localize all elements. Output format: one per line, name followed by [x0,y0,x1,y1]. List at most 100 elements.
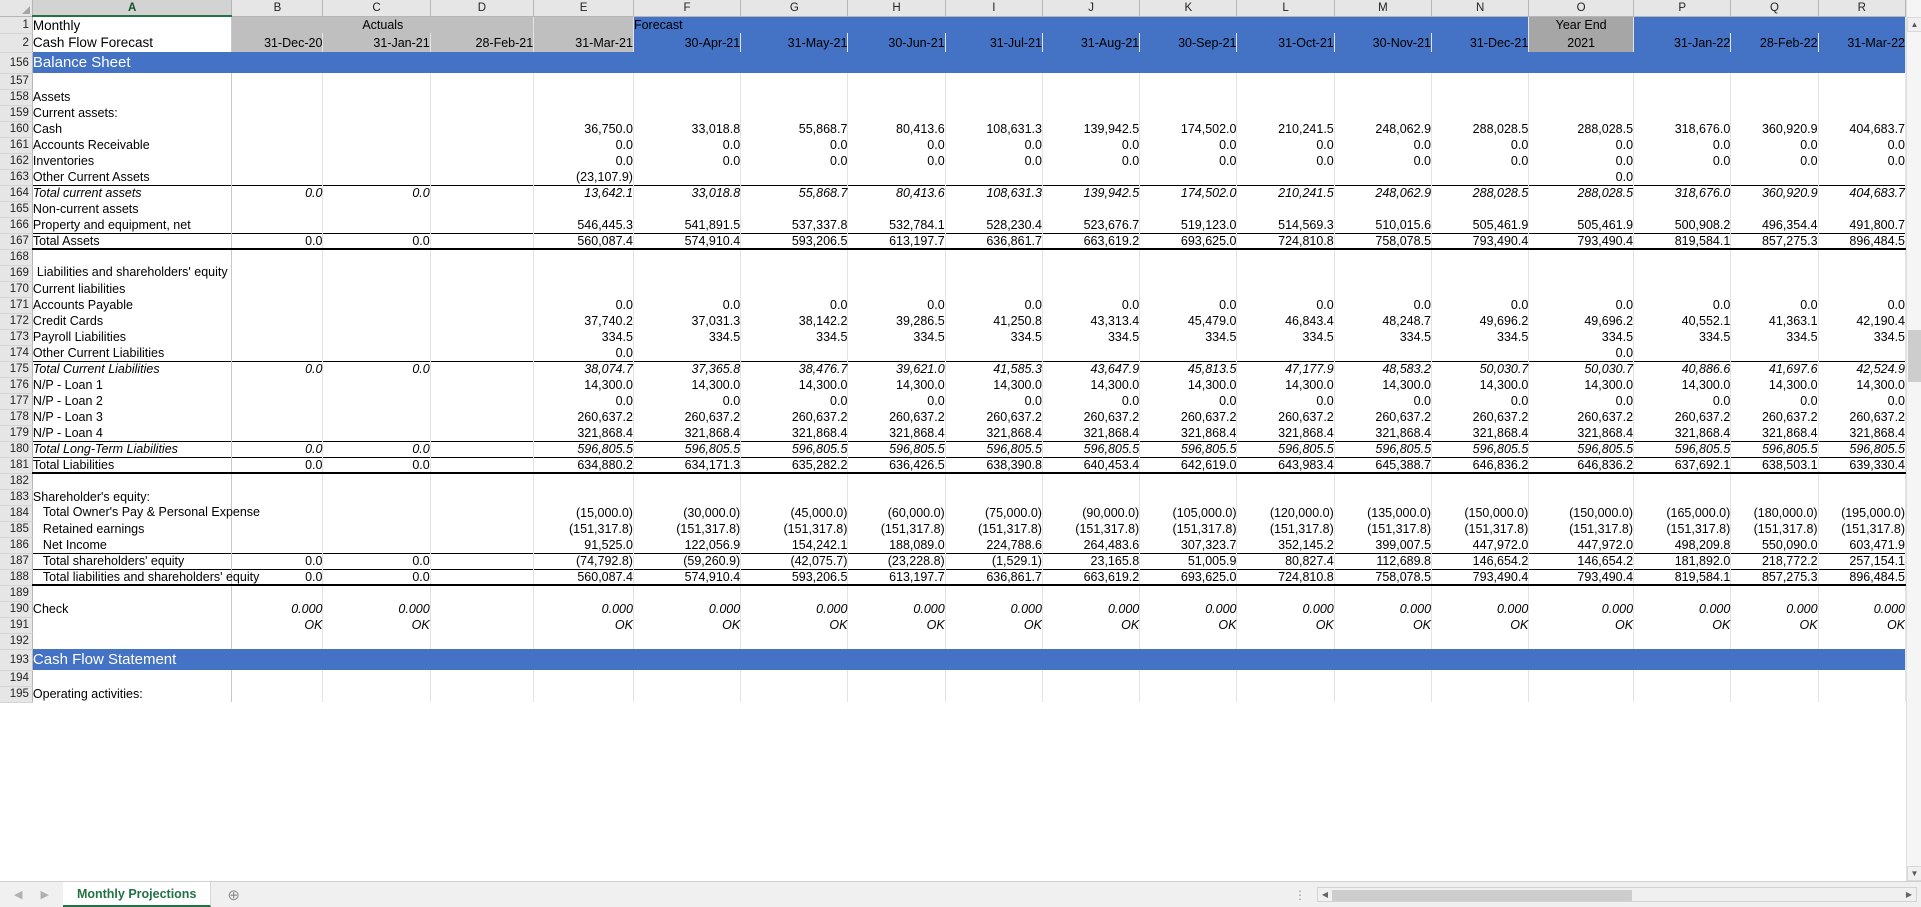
cell-d169[interactable] [430,265,535,281]
cell-j164[interactable]: 139,942.5 [1042,184,1141,201]
cell-n161[interactable]: 0.0 [1431,137,1530,153]
cell-n166[interactable]: 505,461.9 [1431,217,1530,233]
cell-r186[interactable]: 603,471.9 [1818,537,1907,553]
cell-k190[interactable]: 0.000 [1139,601,1238,617]
cell-e187[interactable]: (74,792.8) [533,552,634,569]
cell-r163[interactable] [1818,169,1907,185]
cell-h183[interactable] [847,489,946,505]
cell-h173[interactable]: 334.5 [847,329,946,345]
cell-o177[interactable]: 0.0 [1528,393,1635,409]
row-header-193[interactable]: 193 [0,649,33,671]
cell-h182[interactable] [847,473,946,489]
cell-m187[interactable]: 112,689.8 [1334,552,1433,569]
cell-a192[interactable] [32,633,233,649]
cell-n162[interactable]: 0.0 [1431,153,1530,169]
cell-o179[interactable]: 321,868.4 [1528,425,1635,441]
cell-a161-accounts-receivable[interactable]: Accounts Receivable [32,137,233,153]
cell-q171[interactable]: 0.0 [1730,297,1819,313]
cell-n182[interactable] [1431,473,1530,489]
cell-k194[interactable] [1139,670,1238,686]
cell-j174[interactable] [1042,345,1141,361]
cell-r2-date[interactable]: 31-Mar-22 [1818,33,1907,52]
cell-i195[interactable] [945,686,1043,702]
cell-a165-non-current-assets[interactable]: Non-current assets [32,201,233,217]
cell-a194[interactable] [32,670,233,686]
cell-a181-total-liabilities[interactable]: Total Liabilities [32,456,233,474]
cell-m189[interactable] [1334,585,1433,601]
cell-q176[interactable]: 14,300.0 [1730,377,1819,393]
cell-k181[interactable]: 642,619.0 [1139,456,1238,474]
cell-a188-total-liab-and-equity[interactable]: Total liabilities and shareholders' equi… [32,568,259,586]
cell-k180[interactable]: 596,805.5 [1139,440,1238,457]
cell-a159-current-assets[interactable]: Current assets: [32,105,233,121]
cell-g191-ok[interactable]: OK [740,617,849,633]
cell-f160[interactable]: 33,018.8 [633,121,742,137]
cell-l182[interactable] [1236,473,1335,489]
cell-r162[interactable]: 0.0 [1818,153,1907,169]
cell-i184[interactable]: (75,000.0) [945,505,1043,521]
cell-b187[interactable]: 0.0 [231,552,324,569]
row-header-160[interactable]: 160 [0,121,33,138]
cell-b183[interactable] [231,489,324,505]
prev-sheet-icon[interactable]: ◀ [14,888,22,901]
cell-h169[interactable] [847,265,946,281]
cell-e1-actuals-blank[interactable] [533,16,634,33]
cell-m163[interactable] [1334,169,1433,185]
cell-i159[interactable] [945,105,1043,121]
cell-m171[interactable]: 0.0 [1334,297,1433,313]
cell-o157[interactable] [1528,73,1635,89]
cell-h187[interactable]: (23,228.8) [847,552,946,569]
cell-f187[interactable]: (59,260.9) [633,552,742,569]
cell-r173[interactable]: 334.5 [1818,329,1907,345]
cell-g166[interactable]: 537,337.8 [740,217,849,233]
cell-n191-ok[interactable]: OK [1431,617,1530,633]
cell-l157[interactable] [1236,73,1335,89]
cell-g158[interactable] [740,89,849,105]
cell-k165[interactable] [1139,201,1238,217]
cell-l180[interactable]: 596,805.5 [1236,440,1335,457]
row-header-173[interactable]: 173 [0,329,33,346]
cell-l195[interactable] [1236,686,1335,702]
cell-c183[interactable] [322,489,431,505]
cell-o173[interactable]: 334.5 [1528,329,1635,345]
cell-o185[interactable]: (151,317.8) [1528,521,1635,537]
cell-e166[interactable]: 546,445.3 [533,217,634,233]
cell-o186[interactable]: 447,972.0 [1528,537,1635,553]
cell-m186[interactable]: 399,007.5 [1334,537,1433,553]
cell-o172[interactable]: 49,696.2 [1528,313,1635,329]
cell-q164[interactable]: 360,920.9 [1730,184,1819,201]
cell-j170[interactable] [1042,281,1141,297]
cell-k174[interactable] [1139,345,1238,361]
cell-h157[interactable] [847,73,946,89]
column-header-a[interactable]: A [32,0,233,17]
cell-p177[interactable]: 0.0 [1633,393,1732,409]
split-grip-icon[interactable]: ⋮ [1290,888,1311,902]
cell-c178[interactable] [322,409,431,425]
cell-c166[interactable] [322,217,431,233]
cell-b180[interactable]: 0.0 [231,440,324,457]
cell-h188[interactable]: 613,197.7 [847,568,946,586]
cell-e179[interactable]: 321,868.4 [533,425,634,441]
cell-c190[interactable]: 0.000 [322,601,431,617]
cell-r168[interactable] [1818,249,1907,265]
cell-n173[interactable]: 334.5 [1431,329,1530,345]
cell-p192[interactable] [1633,633,1732,649]
cell-c173[interactable] [322,329,431,345]
column-header-o[interactable]: O [1528,0,1635,17]
cell-b161[interactable] [231,137,324,153]
cell-l192[interactable] [1236,633,1335,649]
cell-g194[interactable] [740,670,849,686]
cell-j168[interactable] [1042,249,1141,265]
cell-l160[interactable]: 210,241.5 [1236,121,1335,137]
cell-m176[interactable]: 14,300.0 [1334,377,1433,393]
cell-m178[interactable]: 260,637.2 [1334,409,1433,425]
cell-d183[interactable] [430,489,535,505]
cell-o2-year-end-value[interactable]: 2021 [1528,33,1635,52]
cell-f182[interactable] [633,473,742,489]
cell-q187[interactable]: 218,772.2 [1730,552,1819,569]
cell-n178[interactable]: 260,637.2 [1431,409,1530,425]
row-header-183[interactable]: 183 [0,489,33,506]
cell-p176[interactable]: 14,300.0 [1633,377,1732,393]
cell-b169[interactable] [231,265,324,281]
cell-c164[interactable]: 0.0 [322,184,431,201]
